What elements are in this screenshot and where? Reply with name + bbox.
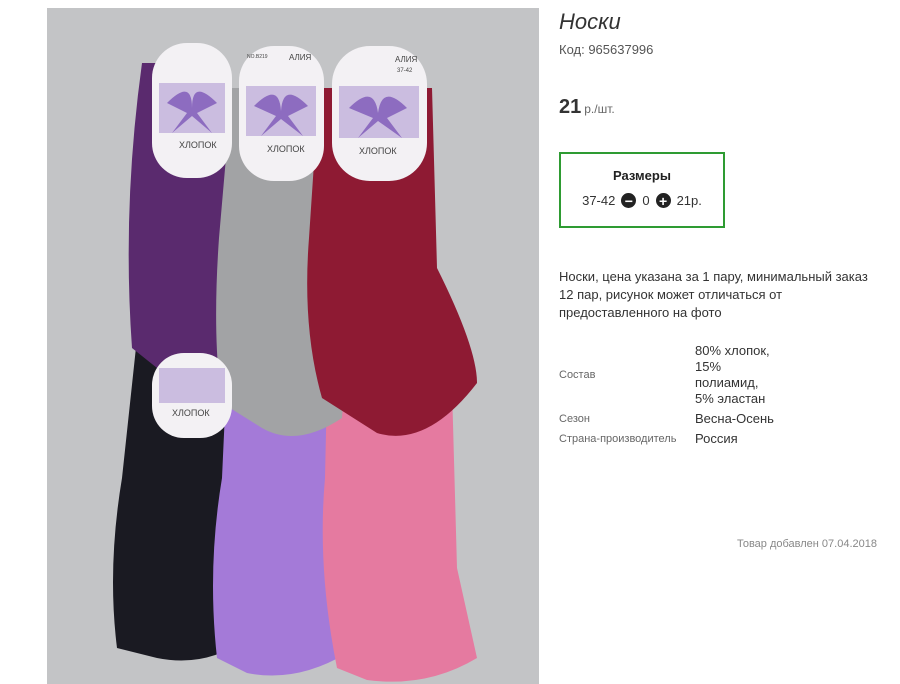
- product-title: Носки: [559, 9, 621, 34]
- label-brand-2: АЛИЯ: [289, 53, 312, 62]
- product-photo: ХЛОПОК ХЛОПОК ХЛОПОК ХЛОПОК АЛИЯ АЛИЯ 37…: [47, 8, 539, 684]
- table-row: Сезон Весна-Осень: [559, 411, 775, 431]
- plus-icon[interactable]: +: [655, 193, 671, 208]
- label-no-2: NO.B219: [247, 54, 268, 60]
- price-unit: р./шт.: [584, 102, 615, 116]
- label-material-3: ХЛОПОК: [359, 146, 397, 156]
- label-2: [239, 46, 324, 181]
- table-row: Страна-производитель Россия: [559, 431, 775, 451]
- quantity-value[interactable]: 0: [642, 193, 649, 208]
- sizes-box: Размеры 37-42 − 0 + 21р.: [559, 152, 725, 228]
- label-1: [152, 43, 232, 178]
- label-3: [332, 46, 427, 181]
- size-label: 37-42: [582, 193, 616, 208]
- minus-icon[interactable]: −: [621, 193, 637, 208]
- product-price: 21 р./шт.: [559, 96, 615, 119]
- property-key: Сезон: [559, 413, 590, 425]
- property-value: Россия: [695, 431, 738, 446]
- property-key: Состав: [559, 369, 596, 381]
- label-material-4: ХЛОПОК: [172, 408, 210, 418]
- sizes-heading: Размеры: [613, 168, 671, 183]
- label-brand-3: АЛИЯ: [395, 55, 418, 64]
- label-material-2: ХЛОПОК: [267, 144, 305, 154]
- size-price: 21р.: [676, 193, 702, 208]
- table-row: Состав 80% хлопок, 15% полиамид, 5% элас…: [559, 343, 775, 411]
- added-date: Товар добавлен 07.04.2018: [736, 538, 877, 550]
- label-4: [152, 353, 232, 438]
- property-value: 80% хлопок, 15% полиамид, 5% эластан: [695, 343, 770, 406]
- product-code: Код: 965637996: [559, 42, 654, 57]
- socks-illustration: ХЛОПОК ХЛОПОК ХЛОПОК ХЛОПОК АЛИЯ АЛИЯ 37…: [113, 43, 477, 682]
- property-key: Страна-производитель: [559, 433, 677, 445]
- price-value: 21: [559, 96, 582, 118]
- label-material-1: ХЛОПОК: [179, 140, 217, 150]
- property-value: Весна-Осень: [695, 411, 774, 426]
- properties-table: Состав 80% хлопок, 15% полиамид, 5% элас…: [559, 343, 775, 451]
- product-description: Носки, цена указана за 1 пару, минимальн…: [559, 269, 868, 320]
- label-size-3: 37-42: [397, 68, 413, 74]
- size-row: 37-42 − 0 + 21р.: [561, 193, 723, 208]
